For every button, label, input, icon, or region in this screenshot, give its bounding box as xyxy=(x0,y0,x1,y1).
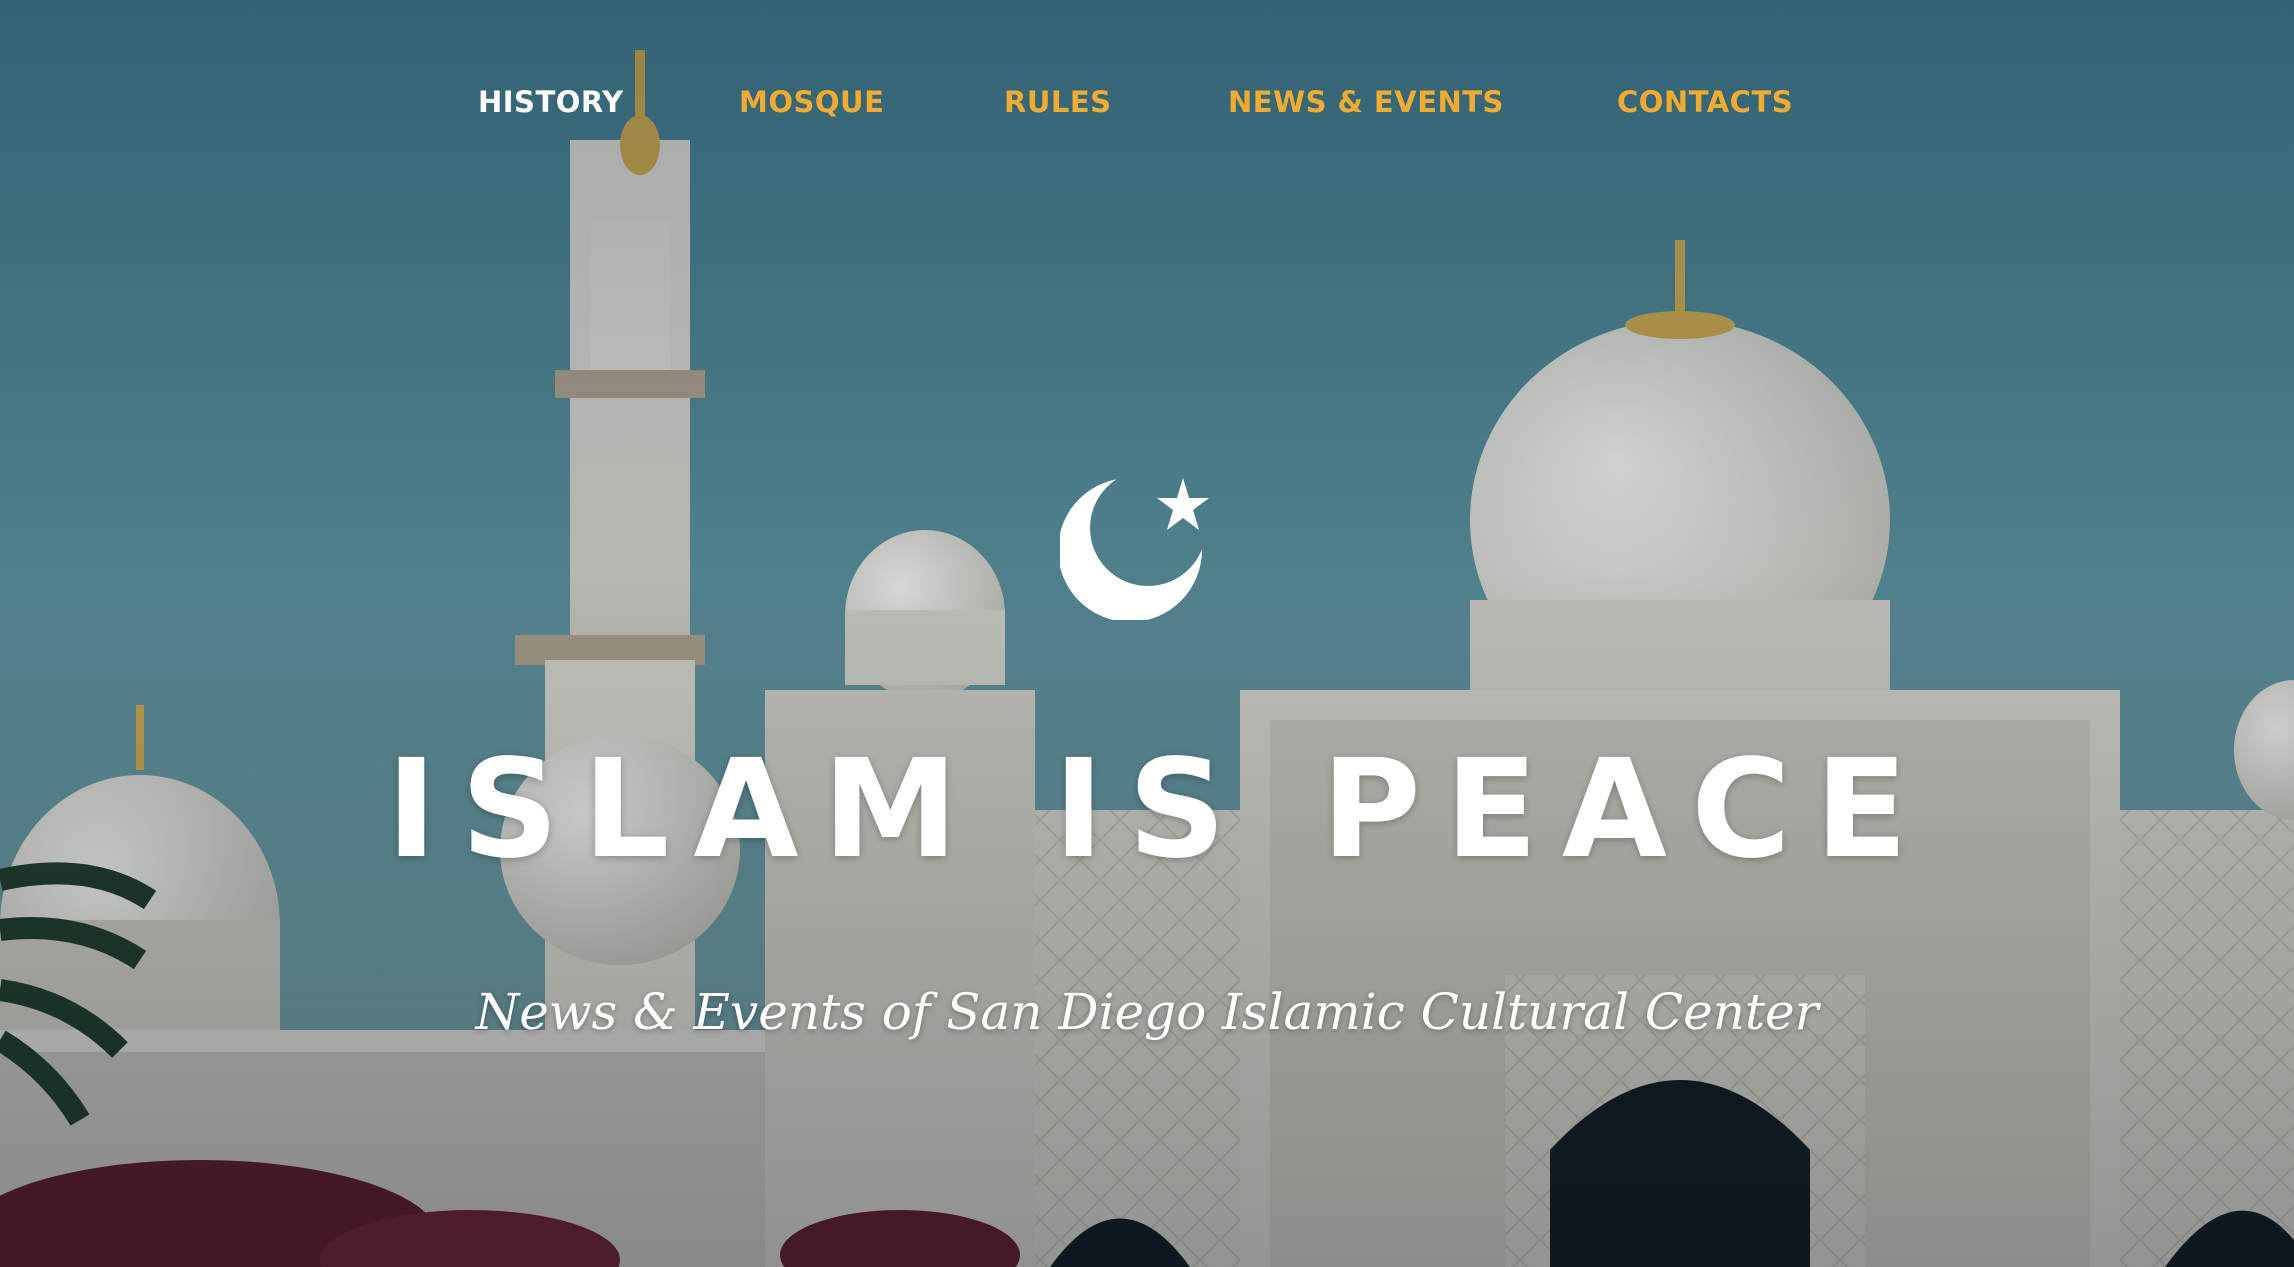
nav-item-contacts[interactable]: CONTACTS xyxy=(1617,78,1793,126)
background-overlay xyxy=(0,0,2294,1267)
main-navigation: HISTORY MOSQUE RULES NEWS & EVENTS CONTA… xyxy=(0,78,2294,126)
page-title: ISLAM IS PEACE xyxy=(386,731,1932,889)
page-subtitle: News & Events of San Diego Islamic Cultu… xyxy=(475,983,1819,1041)
nav-item-rules[interactable]: RULES xyxy=(1004,78,1112,126)
nav-item-mosque[interactable]: MOSQUE xyxy=(739,78,884,126)
hero-section: HISTORY MOSQUE RULES NEWS & EVENTS CONTA… xyxy=(0,0,2294,1267)
crescent-star-icon xyxy=(1060,478,1209,620)
nav-item-news-events[interactable]: NEWS & EVENTS xyxy=(1228,78,1504,126)
nav-item-history[interactable]: HISTORY xyxy=(478,78,624,126)
